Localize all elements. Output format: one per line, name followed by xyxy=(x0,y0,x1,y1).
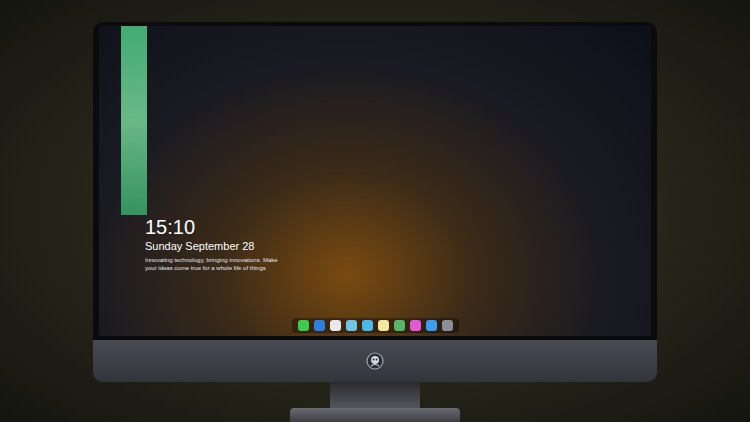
dock-app-icon[interactable] xyxy=(346,320,357,331)
dock-app-icon[interactable] xyxy=(298,320,309,331)
clock-time: 15:10 xyxy=(145,215,651,239)
page: 15:10Sunday September 28 Innovating techn… xyxy=(0,0,750,422)
monitor: 15:10Sunday September 28 Innovating techn… xyxy=(93,22,657,422)
desktop-wallpaper: 15:10Sunday September 28 Innovating techn… xyxy=(99,26,651,336)
dock-app-icon[interactable] xyxy=(330,320,341,331)
dock-app-icon[interactable] xyxy=(362,320,373,331)
dock-app-icon[interactable] xyxy=(442,320,453,331)
clock-caption: Innovating technology, bringing innovati… xyxy=(145,256,651,272)
monitor-stand-base xyxy=(290,408,460,422)
lock-clock: 15:10Sunday September 28 Innovating techn… xyxy=(99,215,651,318)
dock-app-icon[interactable] xyxy=(426,320,437,331)
screen-bezel: 15:10Sunday September 28 Innovating techn… xyxy=(93,22,657,340)
dock-app-icon[interactable] xyxy=(314,320,325,331)
brand-logo-icon xyxy=(366,352,384,370)
dock-app-icon[interactable] xyxy=(394,320,405,331)
lit-building-strip xyxy=(121,26,147,215)
clock-date: Sunday September 28 xyxy=(145,239,651,253)
dock xyxy=(292,318,459,333)
dock-app-icon[interactable] xyxy=(378,320,389,331)
monitor-stand-neck xyxy=(330,382,420,408)
monitor-chin xyxy=(93,340,657,382)
dock-app-icon[interactable] xyxy=(410,320,421,331)
